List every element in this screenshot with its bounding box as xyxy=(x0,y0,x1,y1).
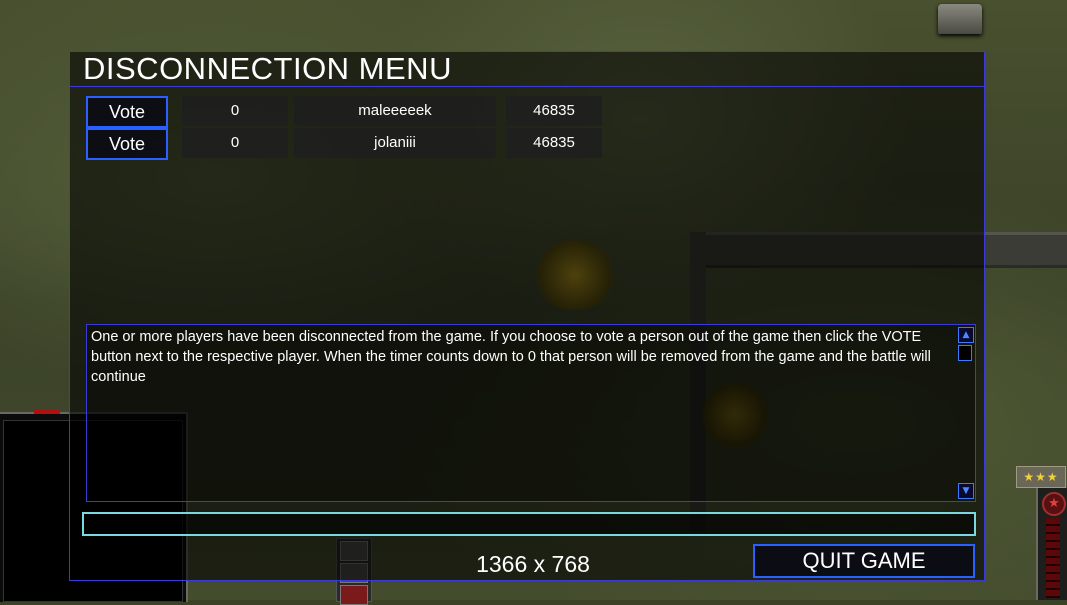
disconnection-menu: DISCONNECTION MENU Vote 0 maleeeeek 4683… xyxy=(69,51,985,581)
message-scrollbar[interactable]: ▲ ▼ xyxy=(957,325,975,501)
player-name: maleeeeek xyxy=(294,96,496,126)
building-structure xyxy=(938,4,982,34)
scroll-up-icon[interactable]: ▲ xyxy=(958,327,974,343)
power-meter xyxy=(1046,518,1060,598)
power-meter-panel: ★ xyxy=(1036,488,1067,600)
chat-input[interactable] xyxy=(82,512,976,536)
player-name: jolaniii xyxy=(294,128,496,158)
vote-count: 0 xyxy=(182,96,288,126)
player-timer: 46835 xyxy=(506,96,602,126)
disconnect-message: One or more players have been disconnect… xyxy=(91,329,931,385)
message-box: One or more players have been disconnect… xyxy=(86,324,976,502)
resolution-label: 1366 x 768 xyxy=(476,551,590,577)
vote-button[interactable]: Vote xyxy=(86,128,168,160)
player-timer: 46835 xyxy=(506,128,602,158)
quit-game-button[interactable]: QUIT GAME xyxy=(753,544,975,578)
minimap-tab xyxy=(34,410,60,414)
vote-button[interactable]: Vote xyxy=(86,96,168,128)
star-emblem-icon[interactable]: ★ xyxy=(1042,492,1066,516)
vote-count: 0 xyxy=(182,128,288,158)
menu-title: DISCONNECTION MENU xyxy=(83,51,452,86)
scroll-down-icon[interactable]: ▼ xyxy=(958,483,974,499)
title-bar: DISCONNECTION MENU xyxy=(70,52,984,87)
sell-icon[interactable] xyxy=(340,585,368,605)
rank-stars-badge[interactable]: ★★★ xyxy=(1016,466,1066,488)
scroll-thumb[interactable] xyxy=(958,345,972,361)
